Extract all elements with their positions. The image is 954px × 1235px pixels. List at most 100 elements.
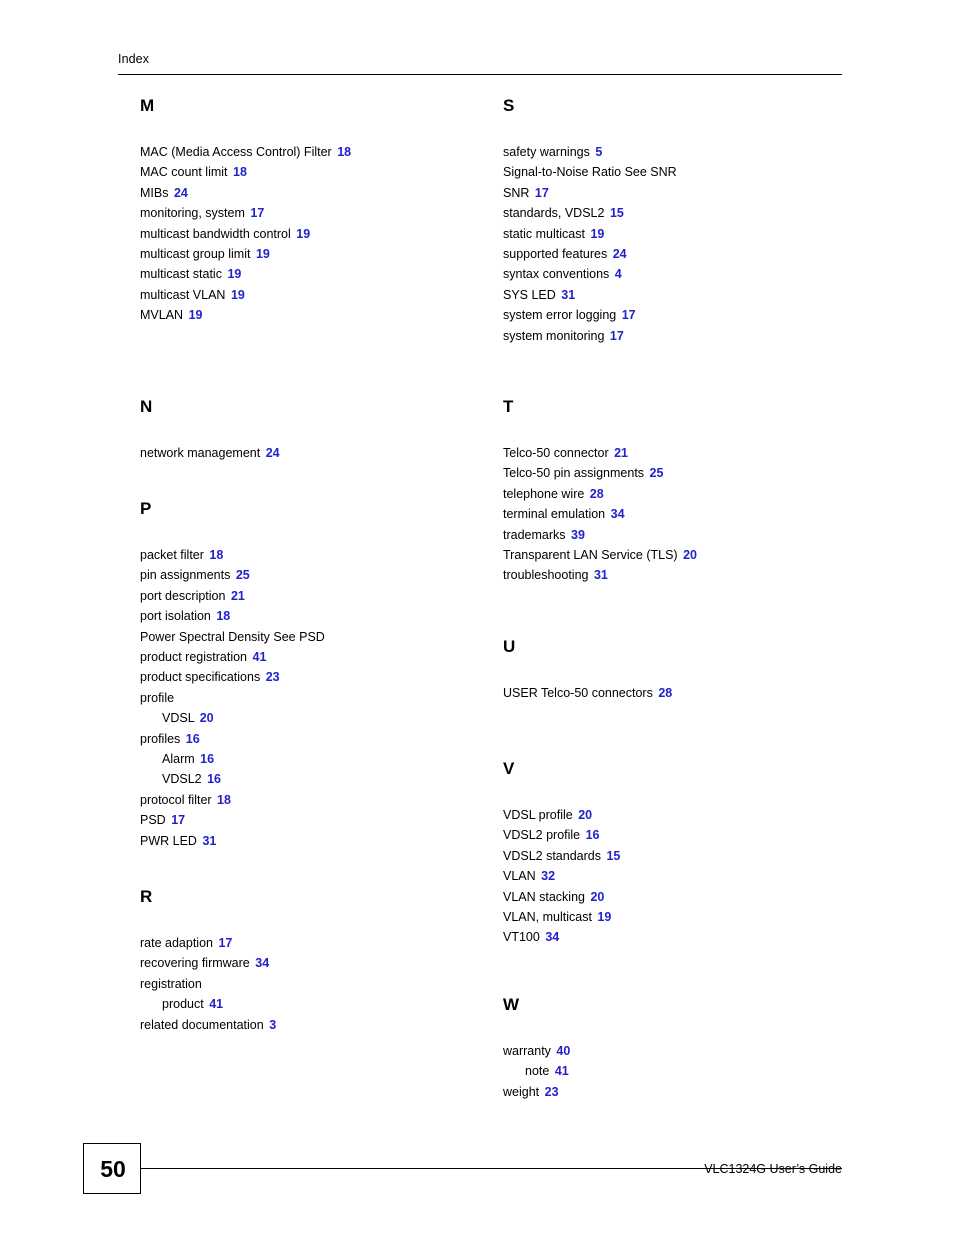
index-entry-page-ref[interactable]: 34 (611, 507, 625, 521)
index-entry-page-ref[interactable]: 17 (622, 308, 636, 322)
index-entry[interactable]: SYS LED 31 (503, 285, 677, 305)
index-entry[interactable]: VLAN, multicast 19 (503, 907, 620, 927)
index-entry[interactable]: product registration 41 (140, 647, 325, 667)
index-entry-page-ref[interactable]: 40 (556, 1044, 570, 1058)
index-entry[interactable]: system error logging 17 (503, 305, 677, 325)
index-entry[interactable]: Telco-50 connector 21 (503, 443, 697, 463)
index-entry[interactable]: port isolation 18 (140, 606, 325, 626)
index-entry-page-ref[interactable]: 19 (256, 247, 270, 261)
index-entry[interactable]: warranty 40 (503, 1041, 570, 1061)
index-entry-page-ref[interactable]: 41 (209, 997, 223, 1011)
index-entry-page-ref[interactable]: 39 (571, 528, 585, 542)
index-entry[interactable]: recovering firmware 34 (140, 953, 276, 973)
index-entry-page-ref[interactable]: 19 (296, 227, 310, 241)
index-entry[interactable]: monitoring, system 17 (140, 203, 351, 223)
index-entry[interactable]: VT100 34 (503, 927, 620, 947)
index-entry[interactable]: registration (140, 974, 276, 994)
index-entry[interactable]: product specifications 23 (140, 667, 325, 687)
index-entry-page-ref[interactable]: 18 (337, 145, 351, 159)
index-entry[interactable]: MAC count limit 18 (140, 162, 351, 182)
index-entry[interactable]: network management 24 (140, 443, 280, 463)
index-entry-page-ref[interactable]: 20 (578, 808, 592, 822)
index-entry-page-ref[interactable]: 23 (266, 670, 280, 684)
index-entry[interactable]: related documentation 3 (140, 1015, 276, 1035)
index-entry-page-ref[interactable]: 19 (597, 910, 611, 924)
index-entry-page-ref[interactable]: 24 (613, 247, 627, 261)
index-entry[interactable]: rate adaption 17 (140, 933, 276, 953)
index-entry-page-ref[interactable]: 17 (250, 206, 264, 220)
index-entry-page-ref[interactable]: 16 (200, 752, 214, 766)
index-entry[interactable]: troubleshooting 31 (503, 565, 697, 585)
index-entry-page-ref[interactable]: 23 (545, 1085, 559, 1099)
index-entry[interactable]: VDSL2 standards 15 (503, 846, 620, 866)
index-entry-page-ref[interactable]: 16 (186, 732, 200, 746)
index-entry-page-ref[interactable]: 24 (266, 446, 280, 460)
index-entry-page-ref[interactable]: 4 (615, 267, 622, 281)
index-entry[interactable]: Transparent LAN Service (TLS) 20 (503, 545, 697, 565)
index-entry-page-ref[interactable]: 34 (255, 956, 269, 970)
index-entry[interactable]: supported features 24 (503, 244, 677, 264)
index-subentry[interactable]: VDSL2 16 (140, 769, 325, 789)
index-entry-page-ref[interactable]: 21 (614, 446, 628, 460)
index-entry[interactable]: Power Spectral Density See PSD (140, 627, 325, 647)
index-entry-page-ref[interactable]: 19 (590, 227, 604, 241)
index-entry[interactable]: static multicast 19 (503, 224, 677, 244)
index-entry-page-ref[interactable]: 19 (231, 288, 245, 302)
index-entry[interactable]: pin assignments 25 (140, 565, 325, 585)
index-entry[interactable]: telephone wire 28 (503, 484, 697, 504)
index-entry-page-ref[interactable]: 3 (269, 1018, 276, 1032)
index-entry-page-ref[interactable]: 24 (174, 186, 188, 200)
index-entry[interactable]: VDSL profile 20 (503, 805, 620, 825)
index-entry[interactable]: MAC (Media Access Control) Filter 18 (140, 142, 351, 162)
index-entry-page-ref[interactable]: 25 (236, 568, 250, 582)
index-subentry[interactable]: product 41 (140, 994, 276, 1014)
index-entry-page-ref[interactable]: 31 (202, 834, 216, 848)
index-entry[interactable]: trademarks 39 (503, 525, 697, 545)
index-entry[interactable]: VLAN stacking 20 (503, 887, 620, 907)
index-entry[interactable]: multicast VLAN 19 (140, 285, 351, 305)
index-entry-page-ref[interactable]: 21 (231, 589, 245, 603)
index-entry[interactable]: PWR LED 31 (140, 831, 325, 851)
index-entry[interactable]: USER Telco-50 connectors 28 (503, 683, 672, 703)
index-entry[interactable]: profile (140, 688, 325, 708)
index-entry[interactable]: multicast bandwidth control 19 (140, 224, 351, 244)
index-entry-page-ref[interactable]: 41 (555, 1064, 569, 1078)
index-entry-page-ref[interactable]: 18 (233, 165, 247, 179)
index-entry-page-ref[interactable]: 31 (594, 568, 608, 582)
index-entry[interactable]: Telco-50 pin assignments 25 (503, 463, 697, 483)
index-entry-page-ref[interactable]: 20 (200, 711, 214, 725)
index-entry-page-ref[interactable]: 18 (209, 548, 223, 562)
index-subentry[interactable]: note 41 (503, 1061, 570, 1081)
index-entry[interactable]: MVLAN 19 (140, 305, 351, 325)
index-entry-page-ref[interactable]: 31 (561, 288, 575, 302)
index-entry[interactable]: Signal-to-Noise Ratio See SNR (503, 162, 677, 182)
index-entry[interactable]: multicast group limit 19 (140, 244, 351, 264)
index-entry-page-ref[interactable]: 41 (253, 650, 267, 664)
index-subentry[interactable]: Alarm 16 (140, 749, 325, 769)
index-entry[interactable]: PSD 17 (140, 810, 325, 830)
index-entry-page-ref[interactable]: 28 (590, 487, 604, 501)
index-entry-page-ref[interactable]: 16 (207, 772, 221, 786)
index-entry[interactable]: packet filter 18 (140, 545, 325, 565)
index-entry[interactable]: SNR 17 (503, 183, 677, 203)
index-entry[interactable]: terminal emulation 34 (503, 504, 697, 524)
index-entry-page-ref[interactable]: 18 (216, 609, 230, 623)
index-entry-page-ref[interactable]: 19 (227, 267, 241, 281)
index-entry-page-ref[interactable]: 17 (171, 813, 185, 827)
index-entry-page-ref[interactable]: 16 (586, 828, 600, 842)
index-entry[interactable]: VLAN 32 (503, 866, 620, 886)
index-entry-page-ref[interactable]: 19 (189, 308, 203, 322)
index-entry[interactable]: safety warnings 5 (503, 142, 677, 162)
index-entry[interactable]: standards, VDSL2 15 (503, 203, 677, 223)
index-subentry[interactable]: VDSL 20 (140, 708, 325, 728)
index-entry[interactable]: system monitoring 17 (503, 326, 677, 346)
index-entry-page-ref[interactable]: 5 (595, 145, 602, 159)
index-entry[interactable]: VDSL2 profile 16 (503, 825, 620, 845)
index-entry[interactable]: profiles 16 (140, 729, 325, 749)
index-entry[interactable]: protocol filter 18 (140, 790, 325, 810)
index-entry-page-ref[interactable]: 15 (606, 849, 620, 863)
index-entry-page-ref[interactable]: 17 (535, 186, 549, 200)
index-entry-page-ref[interactable]: 15 (610, 206, 624, 220)
index-entry-page-ref[interactable]: 18 (217, 793, 231, 807)
index-entry-page-ref[interactable]: 17 (610, 329, 624, 343)
